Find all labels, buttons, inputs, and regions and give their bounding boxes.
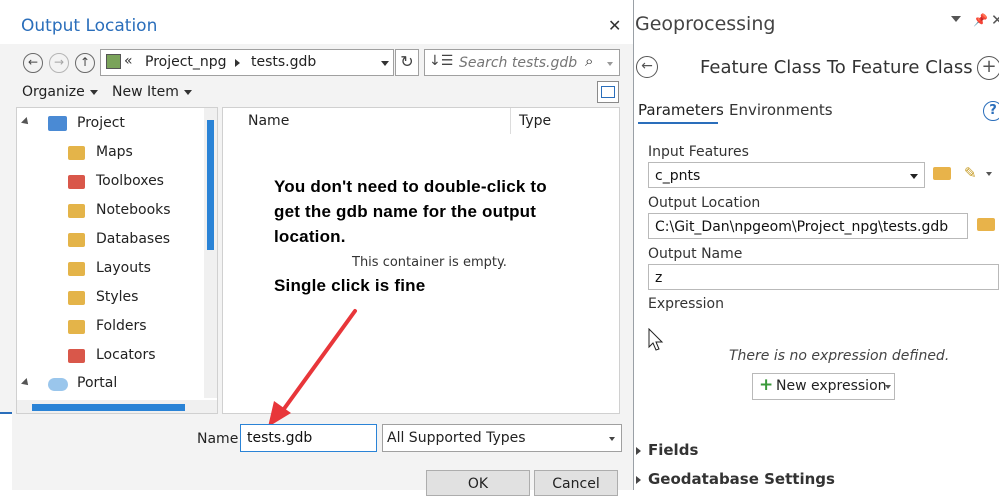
database-folder-icon (68, 233, 85, 247)
input-features-select[interactable]: c_pnts (648, 162, 925, 188)
pencil-icon[interactable]: ✎ (964, 164, 977, 182)
tab-environments[interactable]: Environments (729, 101, 833, 119)
view-options-icon[interactable] (597, 81, 619, 103)
output-location-dialog: Output Location ✕ ← → ↑ « Project_npg te… (0, 0, 634, 496)
pane-menu-icon[interactable] (951, 16, 961, 22)
edit-menu-icon[interactable] (986, 172, 992, 176)
refresh-icon[interactable]: ↻ (395, 49, 419, 76)
toolbox-folder-icon (68, 175, 85, 189)
back-icon[interactable]: ← (636, 56, 658, 78)
dialog-title: Output Location (21, 16, 158, 36)
sidebar-item-databases[interactable]: Databases (96, 231, 170, 247)
annotation-line-3: location. (274, 227, 346, 246)
section-geodatabase-settings[interactable]: Geodatabase Settings (648, 470, 835, 488)
type-filter-value: All Supported Types (387, 430, 526, 446)
style-folder-icon (68, 291, 85, 305)
notebook-folder-icon (68, 204, 85, 218)
expand-arrow-icon[interactable] (636, 476, 641, 484)
pin-icon[interactable]: 📌 (973, 13, 988, 27)
dropdown-arrow-icon[interactable] (607, 62, 613, 66)
cancel-button[interactable]: Cancel (534, 470, 618, 496)
output-location-input[interactable]: C:\Git_Dan\npgeom\Project_npg\tests.gdb (648, 213, 968, 239)
search-input[interactable] (457, 52, 586, 74)
sidebar-item-project[interactable]: Project (77, 115, 125, 131)
new-expression-label: New expression (776, 378, 887, 394)
output-name-input[interactable]: z (648, 264, 999, 290)
browse-folder-icon[interactable] (933, 167, 951, 180)
new-item-menu[interactable]: New Item (112, 84, 179, 100)
sidebar-item-styles[interactable]: Styles (96, 289, 138, 305)
tree-hscroll-thumb[interactable] (32, 404, 185, 411)
empty-message: This container is empty. (352, 255, 507, 270)
background-window-edge (0, 412, 12, 490)
new-expression-button[interactable]: + New expression (752, 373, 895, 400)
sort-icon[interactable]: ↓☰ (429, 53, 453, 69)
input-features-label: Input Features (648, 144, 749, 160)
map-folder-icon (68, 146, 85, 160)
annotation-line-2: get the gdb name for the output (274, 202, 537, 221)
sidebar-item-toolboxes[interactable]: Toolboxes (96, 173, 164, 189)
sidebar-item-locators[interactable]: Locators (96, 347, 156, 363)
ok-button[interactable]: OK (426, 470, 530, 496)
tree-scroll-thumb[interactable] (207, 120, 214, 250)
expand-arrow-icon[interactable] (636, 447, 641, 455)
sidebar-item-folders[interactable]: Folders (96, 318, 147, 334)
plus-icon: + (759, 375, 774, 395)
breadcrumb-item-gdb[interactable]: tests.gdb (251, 54, 316, 70)
section-fields[interactable]: Fields (648, 441, 698, 459)
map-icon (106, 54, 121, 69)
sidebar-item-portal[interactable]: Portal (77, 375, 117, 391)
dropdown-arrow-icon[interactable] (90, 90, 98, 95)
organize-menu[interactable]: Organize (22, 84, 85, 100)
pane-close-icon[interactable]: ✕ (991, 11, 999, 29)
search-box[interactable]: ↓☰ ⌕ (424, 49, 620, 76)
geoprocessing-pane: Geoprocessing 📌 ✕ ← Feature Class To Fea… (633, 0, 999, 490)
dropdown-arrow-icon (885, 385, 891, 389)
forward-icon[interactable]: → (49, 53, 69, 73)
type-filter-select[interactable]: All Supported Types (382, 424, 622, 452)
input-features-value: c_pnts (655, 168, 701, 184)
breadcrumb-separator-icon[interactable] (235, 59, 240, 67)
no-expression-message: There is no expression defined. (729, 348, 950, 364)
column-header-type[interactable]: Type (519, 113, 551, 129)
breadcrumb-overflow[interactable]: « (124, 53, 133, 69)
tool-title: Feature Class To Feature Class (700, 57, 973, 78)
expression-label: Expression (648, 296, 724, 312)
sidebar-item-layouts[interactable]: Layouts (96, 260, 151, 276)
dropdown-arrow-icon (910, 174, 918, 179)
add-icon[interactable]: + (977, 56, 999, 80)
column-divider (510, 108, 511, 134)
layout-folder-icon (68, 262, 85, 276)
browse-folder-icon[interactable] (977, 218, 995, 231)
up-icon[interactable]: ↑ (75, 53, 95, 73)
project-icon (48, 116, 67, 131)
breadcrumb-item-project[interactable]: Project_npg (145, 54, 227, 70)
name-label: Name (197, 431, 239, 447)
search-icon[interactable]: ⌕ (585, 52, 593, 70)
annotation-line-1: You don't need to double-click to (274, 177, 547, 196)
breadcrumb[interactable]: « Project_npg tests.gdb (100, 49, 394, 76)
mouse-cursor-icon (648, 328, 664, 351)
tab-parameters[interactable]: Parameters (638, 101, 724, 119)
help-icon[interactable]: ? (983, 101, 999, 121)
geoprocessing-title: Geoprocessing (635, 13, 776, 35)
portal-cloud-icon (48, 378, 68, 391)
folder-icon (68, 320, 85, 334)
sidebar-item-notebooks[interactable]: Notebooks (96, 202, 171, 218)
annotation-line-4: Single click is fine (274, 276, 426, 295)
sidebar-item-maps[interactable]: Maps (96, 144, 133, 160)
name-field-value: tests.gdb (247, 430, 313, 446)
dialog-close-button[interactable]: ✕ (608, 16, 621, 35)
active-tab-underline (638, 122, 718, 124)
locator-folder-icon (68, 349, 85, 363)
output-name-label: Output Name (648, 246, 743, 262)
dropdown-arrow-icon[interactable] (184, 90, 192, 95)
back-icon[interactable]: ← (23, 53, 43, 73)
dropdown-arrow-icon[interactable] (381, 61, 389, 66)
column-header-name[interactable]: Name (248, 113, 289, 129)
output-location-label: Output Location (648, 195, 761, 211)
name-field[interactable]: tests.gdb (240, 424, 377, 452)
dropdown-arrow-icon (609, 437, 615, 441)
annotation-arrow (268, 309, 357, 427)
